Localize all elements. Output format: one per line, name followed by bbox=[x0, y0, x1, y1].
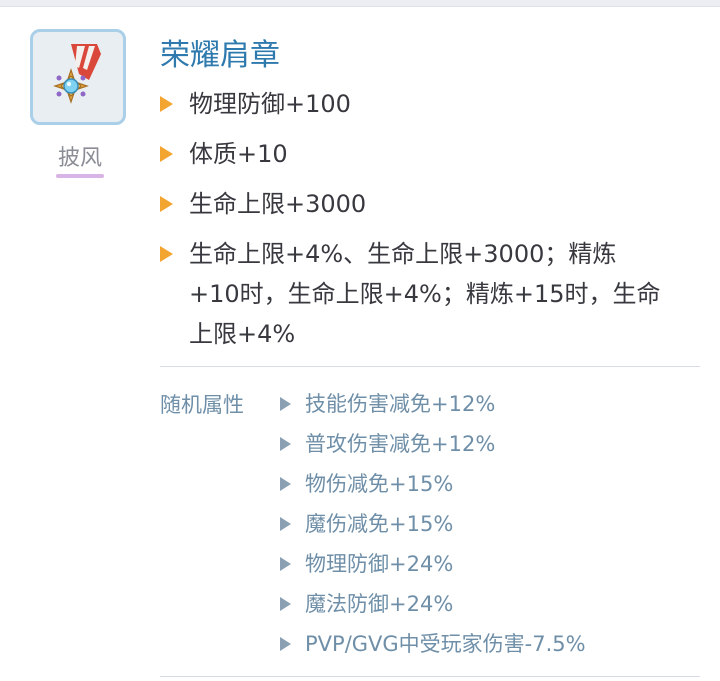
top-divider bbox=[0, 0, 720, 7]
bullet-triangle-icon bbox=[280, 597, 291, 611]
random-attributes-label: 随机属性 bbox=[160, 393, 244, 417]
random-attribute-text: PVP/GVG中受玩家伤害-7.5% bbox=[305, 632, 586, 656]
section-divider bbox=[160, 366, 700, 367]
shoulder-medal-icon bbox=[53, 44, 101, 104]
bullet-triangle-icon bbox=[160, 96, 173, 112]
bullet-triangle-icon bbox=[280, 517, 291, 531]
bullet-triangle-icon bbox=[160, 196, 173, 212]
bullet-triangle-icon bbox=[280, 397, 291, 411]
stat-row: 体质+10 bbox=[160, 134, 705, 174]
stat-text-line: 生命上限+4%、生命上限+3000；精炼 bbox=[189, 240, 617, 268]
item-name: 荣耀肩章 bbox=[160, 38, 280, 73]
bullet-triangle-icon bbox=[280, 637, 291, 651]
random-attribute-text: 物理防御+24% bbox=[305, 552, 454, 576]
stat-row: 生命上限+3000 bbox=[160, 184, 705, 224]
random-attribute-text: 魔法防御+24% bbox=[305, 592, 454, 616]
bullet-triangle-icon bbox=[160, 246, 173, 262]
stat-text: 物理防御+100 bbox=[189, 90, 351, 118]
category-underline bbox=[56, 174, 104, 178]
stat-text-line: 上限+4% bbox=[189, 320, 296, 348]
bullet-triangle-icon bbox=[280, 437, 291, 451]
random-attribute-text: 普攻伤害减免+12% bbox=[305, 432, 496, 456]
random-attribute-text: 魔伤减免+15% bbox=[305, 512, 454, 536]
bullet-triangle-icon bbox=[160, 146, 173, 162]
stat-text: 体质+10 bbox=[189, 140, 288, 168]
item-icon-frame[interactable] bbox=[30, 29, 126, 125]
random-attribute-text: 技能伤害减免+12% bbox=[305, 392, 496, 416]
stat-text-line: +10时，生命上限+4%；精炼+15时，生命 bbox=[189, 280, 661, 308]
item-category: 披风 bbox=[57, 146, 102, 171]
bottom-divider bbox=[160, 676, 700, 677]
stat-row: 生命上限+4%、生命上限+3000；精炼 +10时，生命上限+4%；精炼+15时… bbox=[160, 234, 705, 354]
bullet-triangle-icon bbox=[280, 557, 291, 571]
stat-row: 物理防御+100 bbox=[160, 84, 705, 124]
bullet-triangle-icon bbox=[280, 477, 291, 491]
stat-text: 生命上限+3000 bbox=[189, 190, 367, 218]
random-attribute-text: 物伤减免+15% bbox=[305, 472, 454, 496]
